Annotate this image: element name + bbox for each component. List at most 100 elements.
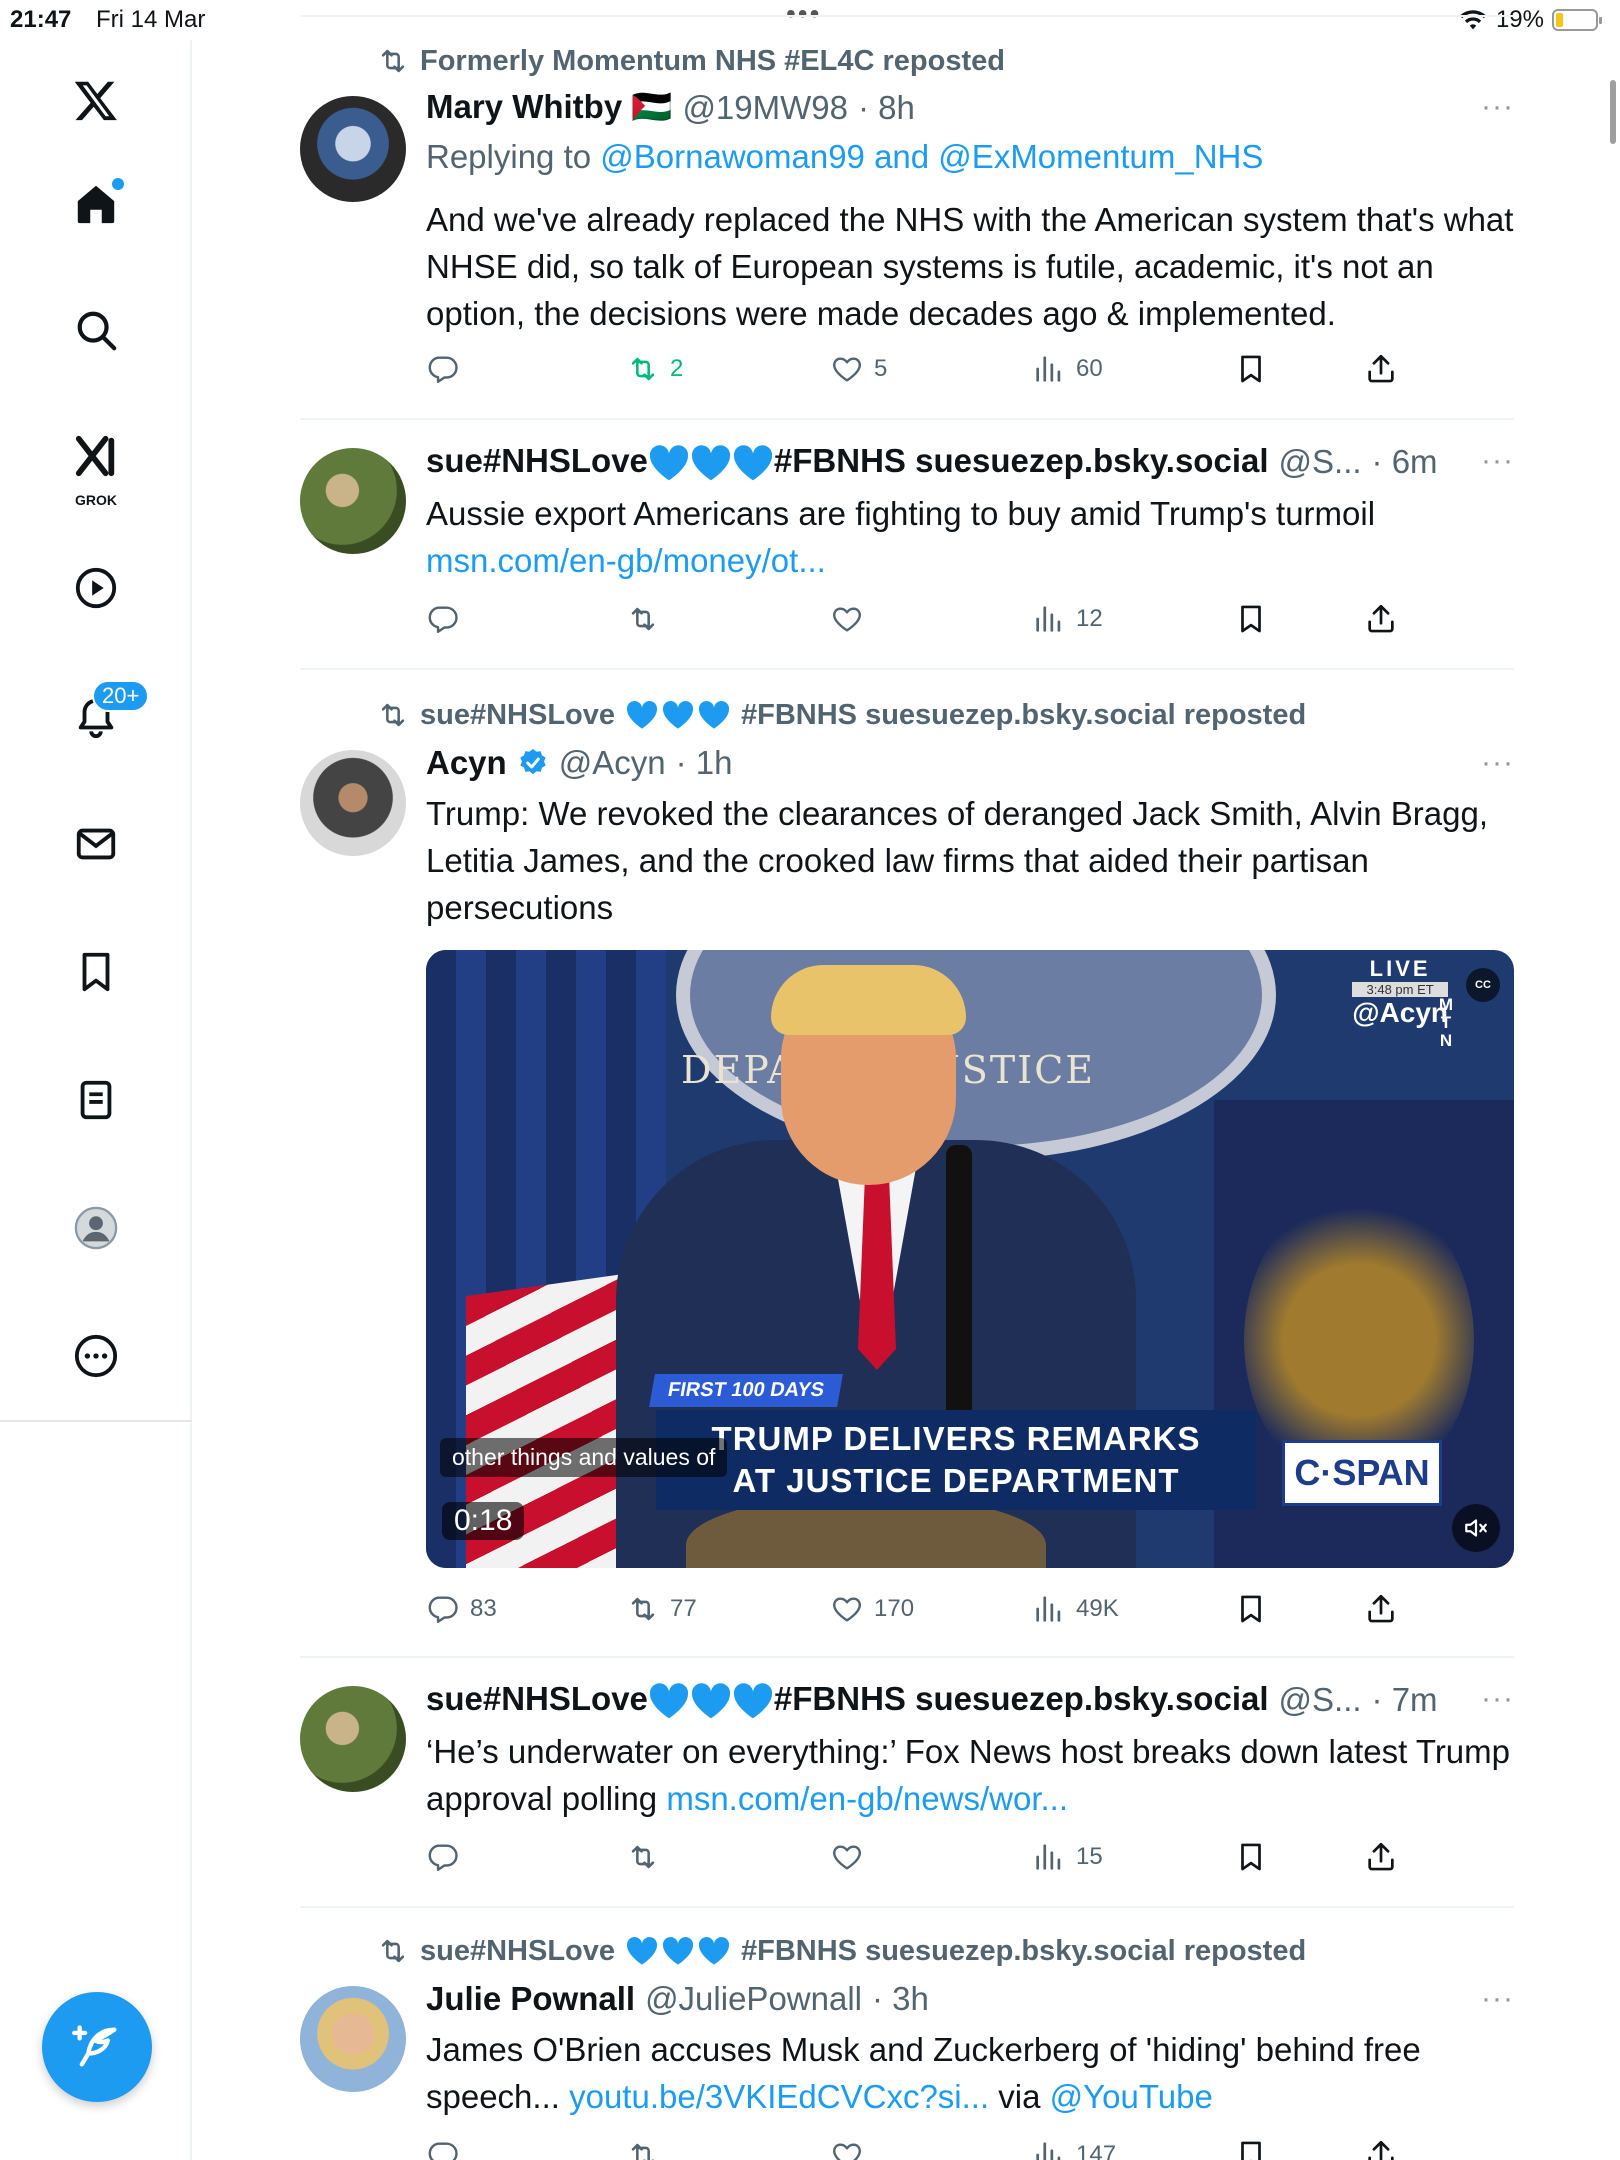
avatar-mary-whitby[interactable]	[300, 96, 406, 202]
lists-icon[interactable]	[66, 1070, 126, 1130]
closed-captions-button[interactable]: CC	[1466, 968, 1500, 1002]
reply-button[interactable]	[426, 352, 470, 386]
post-time[interactable]: · 6m	[1372, 443, 1438, 481]
views-button[interactable]: 12	[1032, 602, 1103, 636]
post-time[interactable]: · 1h	[676, 744, 733, 782]
author-handle[interactable]: @JuliePownall	[645, 1980, 862, 2018]
share-button[interactable]	[1364, 602, 1398, 636]
more-options-icon[interactable]: ···	[1481, 444, 1514, 478]
author-handle[interactable]: @S...	[1279, 1681, 1362, 1719]
post-divider	[300, 668, 1514, 670]
post-mary-whitby[interactable]: Formerly Momentum NHS #EL4C reposted Mar…	[300, 40, 1514, 420]
repost-count: 77	[670, 1595, 697, 1622]
more-options-icon[interactable]: ···	[1481, 1682, 1514, 1716]
bookmark-button[interactable]	[1234, 1592, 1268, 1626]
author-name[interactable]: sue#NHSLove #FBNHS suesuezep.bsky.social	[426, 442, 1269, 482]
post-divider	[300, 1906, 1514, 1908]
avatar-sue[interactable]	[300, 1686, 406, 1792]
more-options-icon[interactable]: ···	[1481, 746, 1514, 780]
post-link[interactable]: youtu.be/3VKIEdCVCxc?si...	[569, 2078, 989, 2115]
post-link[interactable]: msn.com/en-gb/money/ot...	[426, 542, 826, 579]
bookmarks-icon[interactable]	[66, 942, 126, 1002]
views-button[interactable]: 49K	[1032, 1592, 1119, 1626]
status-right: 19%	[1458, 6, 1602, 34]
author-name[interactable]: Acyn	[426, 744, 507, 782]
more-options-icon[interactable]: ···	[1481, 90, 1514, 124]
post-time[interactable]: · 8h	[858, 89, 915, 127]
avatar-julie-pownall[interactable]	[300, 1986, 406, 2092]
views-button[interactable]: 60	[1032, 352, 1103, 386]
reply-button[interactable]	[426, 1840, 470, 1874]
messages-envelope-icon[interactable]	[66, 814, 126, 874]
share-button[interactable]	[1364, 352, 1398, 386]
post-link[interactable]: msn.com/en-gb/news/wor...	[666, 1780, 1068, 1817]
repost-by-part: #FBNHS suesuezep.bsky.social reposted	[741, 1934, 1307, 1967]
replying-to-users[interactable]: @Bornawoman99 and @ExMomentum_NHS	[600, 138, 1263, 175]
profile-avatar-icon[interactable]	[66, 1198, 126, 1258]
repost-button[interactable]: 77	[626, 1592, 697, 1626]
avatar-acyn[interactable]	[300, 750, 406, 856]
author-name[interactable]: sue#NHSLove #FBNHS suesuezep.bsky.social	[426, 1680, 1269, 1720]
like-button[interactable]	[830, 1840, 874, 1874]
notifications-bell-icon[interactable]: 20+	[66, 680, 150, 746]
post-time[interactable]: · 7m	[1372, 1681, 1438, 1719]
more-options-circle-icon[interactable]	[66, 1326, 126, 1386]
like-icon	[830, 352, 864, 386]
video-player[interactable]: DEPART F JUSTICE LIVE 3:48 pm ET @Acyn M…	[426, 950, 1514, 1568]
blue-heart-icon	[690, 1682, 732, 1720]
share-button[interactable]	[1364, 1592, 1398, 1626]
video-live-watermark: LIVE 3:48 pm ET @Acyn	[1352, 956, 1448, 1029]
bookmark-button[interactable]	[1234, 602, 1268, 636]
mute-button[interactable]	[1452, 1504, 1500, 1552]
views-button[interactable]: 15	[1032, 1840, 1103, 1874]
video-icon[interactable]	[66, 558, 126, 618]
repost-button[interactable]	[626, 1840, 670, 1874]
search-icon[interactable]	[66, 300, 126, 360]
like-button[interactable]	[830, 2138, 864, 2160]
multitasking-dots[interactable]: •••	[786, 0, 821, 28]
bookmark-button[interactable]	[1234, 2138, 1268, 2160]
like-icon	[830, 2138, 864, 2160]
post-julie-pownall[interactable]: sue#NHSLove #FBNHS suesuezep.bsky.social …	[300, 1930, 1514, 2160]
views-icon	[1032, 352, 1066, 386]
repost-button[interactable]	[626, 602, 670, 636]
like-button[interactable]	[830, 602, 874, 636]
reply-icon	[426, 2138, 460, 2160]
reply-button[interactable]	[426, 2138, 460, 2160]
author-handle[interactable]: @Acyn	[559, 744, 666, 782]
bookmark-button[interactable]	[1234, 1840, 1268, 1874]
bookmark-button[interactable]	[1234, 352, 1268, 386]
share-button[interactable]	[1364, 1840, 1398, 1874]
post-text: Aussie export Americans are fighting to …	[426, 490, 1516, 584]
x-logo-icon[interactable]	[66, 70, 126, 130]
grok-icon[interactable]: GROK	[66, 424, 126, 508]
replying-prefix: Replying to	[426, 138, 601, 175]
scrollbar-thumb[interactable]	[1610, 80, 1616, 144]
like-button[interactable]: 170	[830, 1592, 914, 1626]
author-handle[interactable]: @S...	[1279, 443, 1362, 481]
post-sue-nhslove-2[interactable]: sue#NHSLove #FBNHS suesuezep.bsky.social …	[300, 1678, 1514, 1908]
battery-percent: 19%	[1495, 6, 1544, 33]
repost-button[interactable]: 2	[626, 352, 683, 386]
post-time[interactable]: · 3h	[872, 1980, 929, 2018]
author-name[interactable]: Mary Whitby 🇵🇸	[426, 88, 672, 127]
post-text: Trump: We revoked the clearances of dera…	[426, 795, 1489, 926]
post-sue-nhslove-1[interactable]: sue#NHSLove #FBNHS suesuezep.bsky.social …	[300, 440, 1514, 670]
avatar-sue[interactable]	[300, 448, 406, 554]
share-icon	[1364, 352, 1398, 386]
post-acyn[interactable]: sue#NHSLove #FBNHS suesuezep.bsky.social …	[300, 694, 1514, 1654]
like-button[interactable]: 5	[830, 352, 887, 386]
home-icon[interactable]	[66, 174, 126, 234]
reply-button[interactable]: 83	[426, 1592, 497, 1626]
views-icon	[1032, 2138, 1066, 2160]
author-handle[interactable]: @19MW98	[682, 89, 848, 127]
bookmark-icon	[1234, 352, 1268, 386]
compose-post-button[interactable]	[42, 1992, 152, 2102]
share-button[interactable]	[1364, 2138, 1398, 2160]
more-options-icon[interactable]: ···	[1481, 1982, 1514, 2016]
views-button[interactable]: 147	[1032, 2138, 1116, 2160]
repost-button[interactable]	[626, 2138, 660, 2160]
post-mention[interactable]: @YouTube	[1050, 2078, 1213, 2115]
reply-button[interactable]	[426, 602, 470, 636]
author-name[interactable]: Julie Pownall	[426, 1980, 635, 2018]
